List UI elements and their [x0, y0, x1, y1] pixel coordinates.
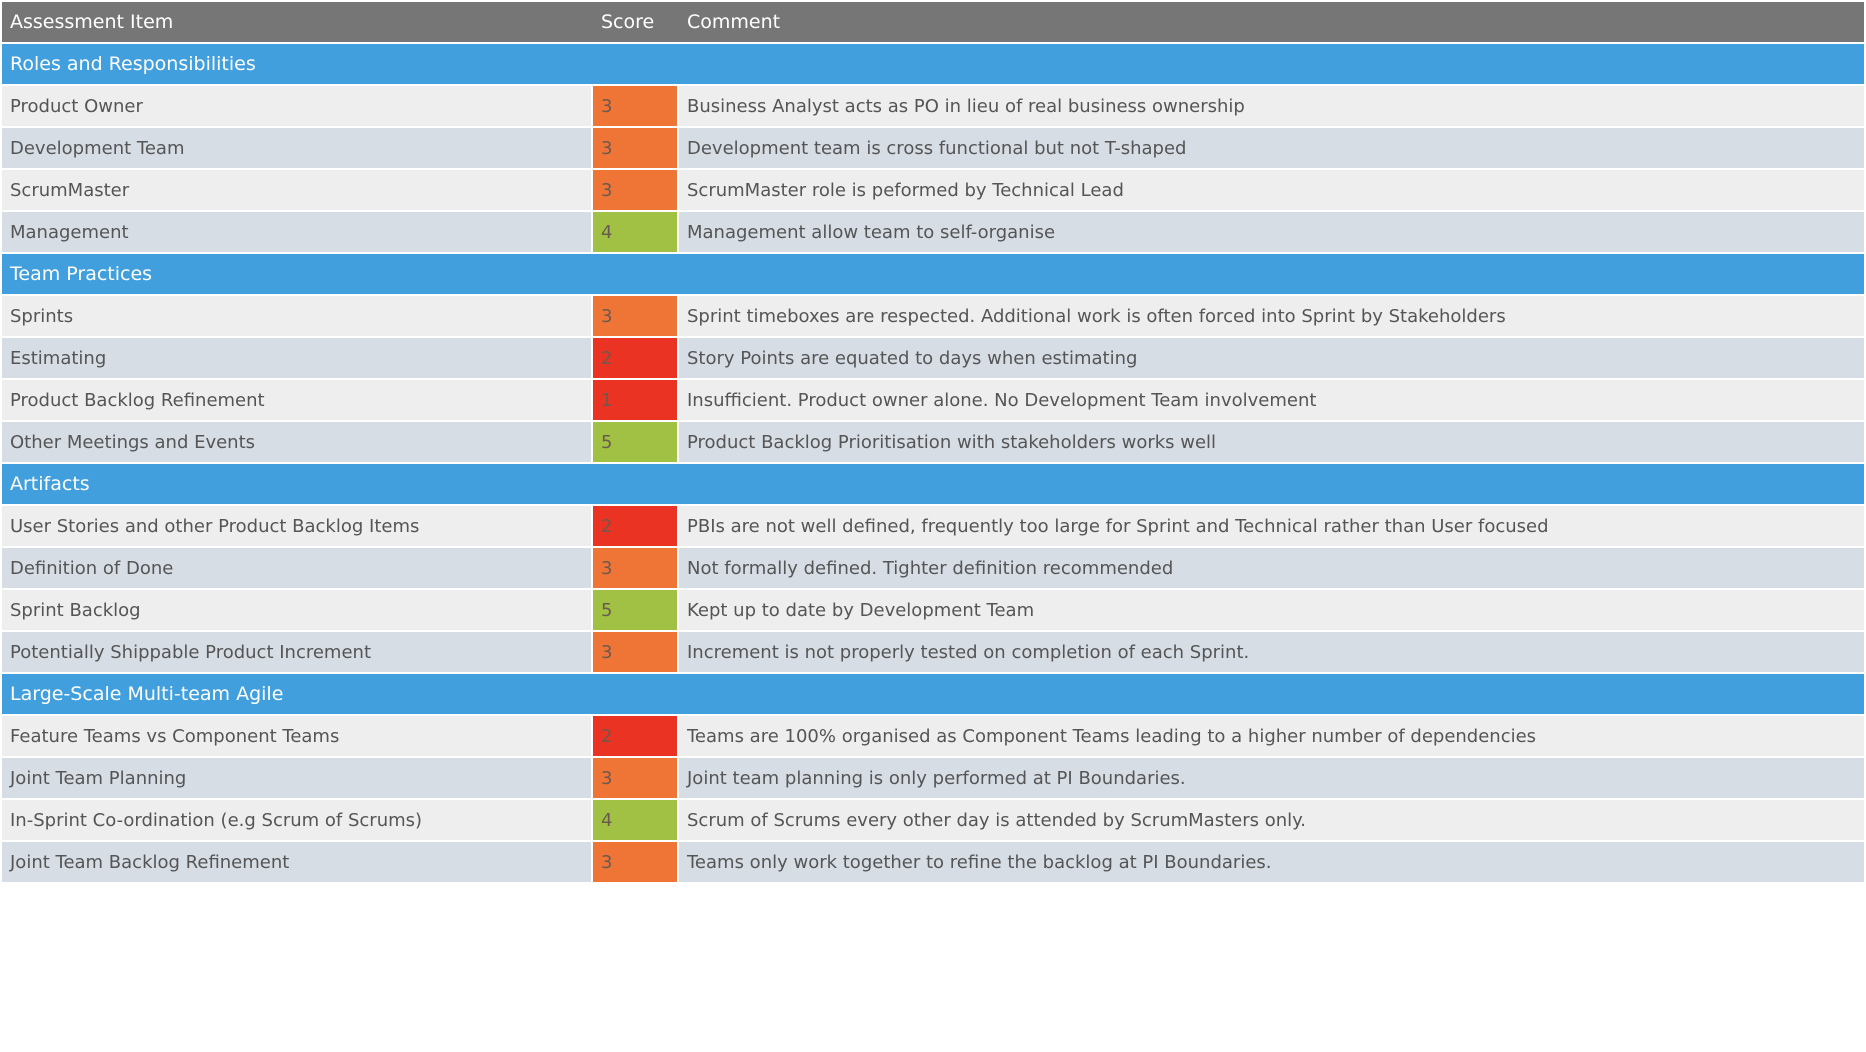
assessment-item: Development Team — [2, 128, 591, 168]
comment: Business Analyst acts as PO in lieu of r… — [679, 86, 1864, 126]
table-row: Feature Teams vs Component Teams 2 Teams… — [2, 716, 1864, 756]
assessment-table: Assessment Item Score Comment Roles and … — [2, 2, 1864, 884]
score-cell: 5 — [593, 422, 677, 462]
table-row: Sprints 3 Sprint timeboxes are respected… — [2, 296, 1864, 336]
assessment-item: Sprint Backlog — [2, 590, 591, 630]
assessment-item: Potentially Shippable Product Increment — [2, 632, 591, 672]
score-cell: 4 — [593, 212, 677, 252]
table-row: User Stories and other Product Backlog I… — [2, 506, 1864, 546]
comment: Product Backlog Prioritisation with stak… — [679, 422, 1864, 462]
assessment-item: Other Meetings and Events — [2, 422, 591, 462]
comment: Teams are 100% organised as Component Te… — [679, 716, 1864, 756]
score-cell: 3 — [593, 758, 677, 798]
score-cell: 3 — [593, 128, 677, 168]
table-row: Sprint Backlog 5 Kept up to date by Deve… — [2, 590, 1864, 630]
comment: Insufficient. Product owner alone. No De… — [679, 380, 1864, 420]
comment: Management allow team to self-organise — [679, 212, 1864, 252]
score-cell: 3 — [593, 548, 677, 588]
assessment-item: Product Owner — [2, 86, 591, 126]
section-title: Roles and Responsibilities — [10, 53, 256, 75]
comment: Increment is not properly tested on comp… — [679, 632, 1864, 672]
section-header-artifacts: Artifacts — [2, 464, 1864, 504]
section-header-roles-and-responsibilities: Roles and Responsibilities — [2, 44, 1864, 84]
comment: Not formally defined. Tighter definition… — [679, 548, 1864, 588]
score-cell: 2 — [593, 506, 677, 546]
table-row: Definition of Done 3 Not formally define… — [2, 548, 1864, 588]
comment: ScrumMaster role is peformed by Technica… — [679, 170, 1864, 210]
score-cell: 5 — [593, 590, 677, 630]
section-header-team-practices: Team Practices — [2, 254, 1864, 294]
score-cell: 3 — [593, 296, 677, 336]
score-cell: 2 — [593, 716, 677, 756]
assessment-item: Joint Team Backlog Refinement — [2, 842, 591, 882]
table-row: ScrumMaster 3 ScrumMaster role is peform… — [2, 170, 1864, 210]
score-cell: 3 — [593, 842, 677, 882]
section-title: Large-Scale Multi-team Agile — [10, 683, 284, 705]
score-cell: 4 — [593, 800, 677, 840]
assessment-item: Product Backlog Refinement — [2, 380, 591, 420]
section-header-large-scale-multi-team-agile: Large-Scale Multi-team Agile — [2, 674, 1864, 714]
section-title: Artifacts — [10, 473, 90, 495]
comment: Scrum of Scrums every other day is atten… — [679, 800, 1864, 840]
assessment-item: Management — [2, 212, 591, 252]
score-cell: 1 — [593, 380, 677, 420]
table-row: Management 4 Management allow team to se… — [2, 212, 1864, 252]
assessment-item: In-Sprint Co-ordination (e.g Scrum of Sc… — [2, 800, 591, 840]
table-row: Development Team 3 Development team is c… — [2, 128, 1864, 168]
assessment-item: ScrumMaster — [2, 170, 591, 210]
table-row: Product Backlog Refinement 1 Insufficien… — [2, 380, 1864, 420]
comment: Story Points are equated to days when es… — [679, 338, 1864, 378]
table-row: Other Meetings and Events 5 Product Back… — [2, 422, 1864, 462]
score-cell: 2 — [593, 338, 677, 378]
score-cell: 3 — [593, 86, 677, 126]
table-header-row: Assessment Item Score Comment — [2, 2, 1864, 42]
column-header-score: Score — [601, 11, 655, 33]
column-header-item: Assessment Item — [10, 11, 174, 33]
comment: Kept up to date by Development Team — [679, 590, 1864, 630]
column-header-comment: Comment — [687, 11, 781, 33]
comment: Sprint timeboxes are respected. Addition… — [679, 296, 1864, 336]
comment: PBIs are not well defined, frequently to… — [679, 506, 1864, 546]
score-cell: 3 — [593, 632, 677, 672]
table-row: Estimating 2 Story Points are equated to… — [2, 338, 1864, 378]
assessment-item: User Stories and other Product Backlog I… — [2, 506, 591, 546]
comment: Joint team planning is only performed at… — [679, 758, 1864, 798]
comment: Teams only work together to refine the b… — [679, 842, 1864, 882]
comment: Development team is cross functional but… — [679, 128, 1864, 168]
table-row: In-Sprint Co-ordination (e.g Scrum of Sc… — [2, 800, 1864, 840]
assessment-item: Estimating — [2, 338, 591, 378]
table-row: Product Owner 3 Business Analyst acts as… — [2, 86, 1864, 126]
score-cell: 3 — [593, 170, 677, 210]
table-row: Joint Team Backlog Refinement 3 Teams on… — [2, 842, 1864, 882]
assessment-item: Feature Teams vs Component Teams — [2, 716, 591, 756]
assessment-item: Definition of Done — [2, 548, 591, 588]
table-row: Potentially Shippable Product Increment … — [2, 632, 1864, 672]
assessment-item: Sprints — [2, 296, 591, 336]
section-title: Team Practices — [10, 263, 153, 285]
table-row: Joint Team Planning 3 Joint team plannin… — [2, 758, 1864, 798]
assessment-item: Joint Team Planning — [2, 758, 591, 798]
